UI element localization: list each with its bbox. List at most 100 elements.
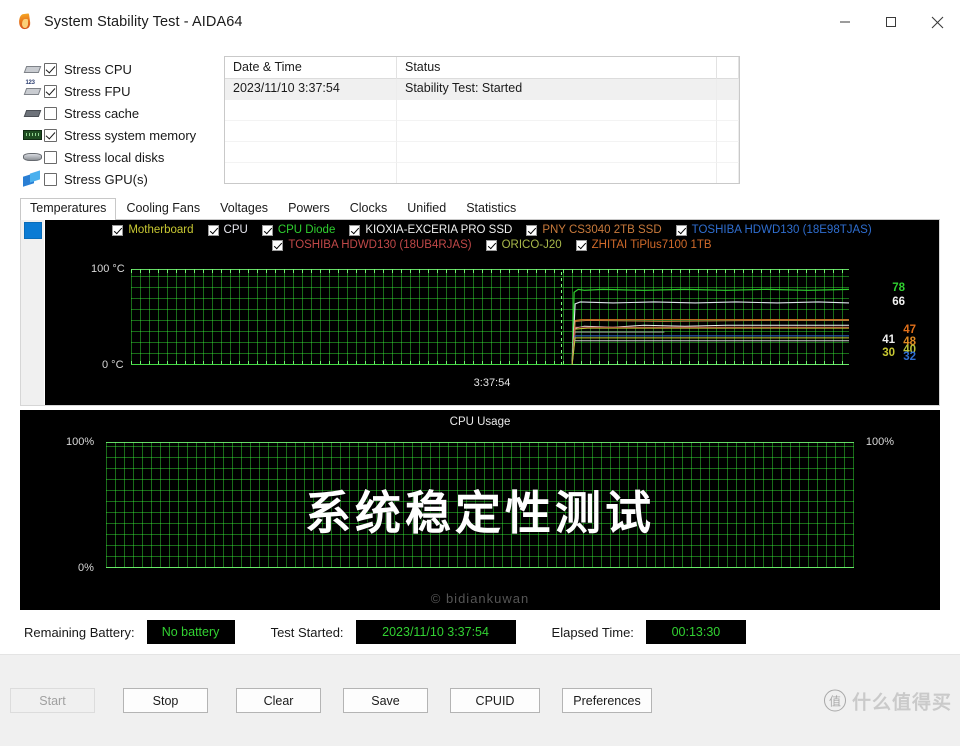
checkbox-stress-cpu[interactable]: [44, 62, 57, 76]
value-label-pny-cs3040: 47: [903, 324, 916, 336]
cell-status: Stability Test: Started: [397, 79, 717, 100]
temperature-traces: [131, 288, 849, 365]
value-label-cpu-diode: 78: [892, 282, 905, 294]
legend-checkbox-orico-j20[interactable]: [485, 239, 497, 251]
title-bar: System Stability Test - AIDA64: [0, 0, 960, 44]
checkbox-stress-cache[interactable]: [44, 106, 57, 120]
legend-checkbox-cpu-diode[interactable]: [261, 224, 273, 236]
cpuid-button[interactable]: CPUID: [450, 688, 540, 713]
value-label-cpu: 66: [892, 296, 905, 308]
table-row[interactable]: [225, 142, 739, 163]
y-axis-top-label: 100 °C: [91, 263, 125, 275]
cpu-y-top-left-label: 100%: [66, 436, 95, 448]
tab-clocks[interactable]: Clocks: [339, 198, 398, 219]
scrollbar-thumb[interactable]: [24, 222, 42, 239]
legend-item-cpu[interactable]: CPU: [207, 224, 248, 236]
option-row-stress-cache[interactable]: Stress cache: [20, 102, 206, 124]
cell-spacer: [717, 121, 739, 142]
tab-cooling-fans[interactable]: Cooling Fans: [116, 198, 211, 219]
legend-item-toshiba-18ub4rjas[interactable]: TOSHIBA HDWD130 (18UB4RJAS): [272, 239, 472, 251]
maximize-button[interactable]: [868, 0, 914, 44]
preferences-button[interactable]: Preferences: [562, 688, 652, 713]
tab-unified[interactable]: Unified: [397, 198, 457, 219]
legend-item-cpu-diode[interactable]: CPU Diode: [261, 224, 336, 236]
value-label-kioxia: 41: [882, 334, 895, 346]
value-label-motherboard: 30: [882, 347, 895, 359]
window-title: System Stability Test - AIDA64: [44, 14, 243, 30]
option-row-stress-system-memory[interactable]: Stress system memory: [20, 124, 206, 146]
option-row-stress-local-disks[interactable]: Stress local disks: [20, 146, 206, 168]
cell-datetime: 2023/11/10 3:37:54: [225, 79, 397, 100]
elapsed-time-label: Elapsed Time:: [551, 624, 634, 640]
table-row[interactable]: [225, 121, 739, 142]
test-started-label: Test Started:: [270, 624, 344, 640]
option-label-stress-gpus: Stress GPU(s): [64, 171, 148, 187]
checkbox-stress-system-memory[interactable]: [44, 128, 57, 142]
legend-checkbox-toshiba-18e98tjas[interactable]: [675, 224, 687, 236]
legend-checkbox-toshiba-18ub4rjas[interactable]: [272, 239, 284, 251]
column-header-status[interactable]: Status: [397, 57, 717, 79]
checkbox-stress-local-disks[interactable]: [44, 150, 57, 164]
cpu-usage-panel: CPU Usage 100% 100% 0% 系统稳定性测试 © bidiank…: [20, 410, 940, 610]
start-button[interactable]: Start: [10, 688, 95, 713]
stop-button[interactable]: Stop: [123, 688, 208, 713]
cell-datetime: [225, 121, 397, 142]
legend-checkbox-zhitai-tiplus7100[interactable]: [575, 239, 587, 251]
option-label-stress-local-disks: Stress local disks: [64, 149, 165, 165]
cell-spacer: [717, 163, 739, 183]
temperature-chart: Motherboard CPU CPU Diode KIOXIA-EXCERIA…: [45, 220, 939, 405]
checkbox-stress-fpu[interactable]: [44, 84, 57, 98]
table-row[interactable]: 2023/11/10 3:37:54 Stability Test: Start…: [225, 79, 739, 100]
window-content: Stress CPU 123 Stress FPU Stress cache S…: [0, 44, 960, 746]
cell-spacer: [717, 142, 739, 163]
gpu-card-icon: [20, 170, 44, 188]
cpu-chip-icon: [20, 60, 44, 78]
legend-label-cpu-diode: CPU Diode: [277, 224, 336, 236]
cell-spacer: [717, 100, 739, 121]
button-bar: Start Stop Clear Save CPUID Preferences …: [0, 654, 960, 746]
status-log-table[interactable]: Date & Time Status 2023/11/10 3:37:54 St…: [224, 56, 740, 184]
legend-item-kioxia-exceria-pro-ssd[interactable]: KIOXIA-EXCERIA PRO SSD: [349, 224, 512, 236]
temperatures-panel: Motherboard CPU CPU Diode KIOXIA-EXCERIA…: [20, 220, 940, 406]
cell-status: [397, 142, 717, 163]
tab-temperatures[interactable]: Temperatures: [20, 198, 117, 220]
option-row-stress-cpu[interactable]: Stress CPU: [20, 58, 206, 80]
cpu-usage-title: CPU Usage: [449, 416, 511, 428]
legend-checkbox-cpu[interactable]: [207, 224, 219, 236]
cpu-y-bottom-label: 0%: [78, 562, 94, 574]
fpu-chip-icon: 123: [20, 80, 44, 100]
table-row[interactable]: [225, 100, 739, 121]
legend-checkbox-motherboard[interactable]: [112, 224, 124, 236]
elapsed-time-value: 00:13:30: [645, 620, 746, 644]
tab-bar: Temperatures Cooling Fans Voltages Power…: [20, 198, 940, 220]
option-row-stress-gpus[interactable]: Stress GPU(s): [20, 168, 206, 190]
legend-item-toshiba-18e98tjas[interactable]: TOSHIBA HDWD130 (18E98TJAS): [675, 224, 872, 236]
column-header-datetime[interactable]: Date & Time: [225, 57, 397, 79]
minimize-button[interactable]: [822, 0, 868, 44]
legend-item-pny-cs3040[interactable]: PNY CS3040 2TB SSD: [526, 224, 662, 236]
legend-label-kioxia-exceria-pro-ssd: KIOXIA-EXCERIA PRO SSD: [365, 224, 513, 236]
legend-label-toshiba-18e98tjas: TOSHIBA HDWD130 (18E98TJAS): [691, 224, 872, 236]
y-axis-bottom-label: 0 °C: [102, 359, 124, 371]
cell-datetime: [225, 142, 397, 163]
tab-statistics[interactable]: Statistics: [456, 198, 527, 219]
cell-status: [397, 163, 717, 183]
memory-module-icon: [20, 126, 44, 144]
table-body: 2023/11/10 3:37:54 Stability Test: Start…: [225, 79, 739, 183]
tab-voltages[interactable]: Voltages: [210, 198, 279, 219]
legend-item-motherboard[interactable]: Motherboard: [112, 224, 194, 236]
legend-label-pny-cs3040: PNY CS3040 2TB SSD: [542, 224, 662, 236]
tab-powers[interactable]: Powers: [278, 198, 340, 219]
legend-item-orico-j20[interactable]: ORICO-J20: [485, 239, 562, 251]
table-row[interactable]: [225, 163, 739, 183]
legend-item-zhitai-tiplus7100[interactable]: ZHITAI TiPlus7100 1TB: [575, 239, 712, 251]
checkbox-stress-gpus[interactable]: [44, 172, 57, 186]
temperature-scrollbar[interactable]: [21, 220, 45, 405]
close-button[interactable]: [914, 0, 960, 44]
legend-checkbox-pny-cs3040[interactable]: [526, 224, 538, 236]
clear-button[interactable]: Clear: [236, 688, 321, 713]
save-button[interactable]: Save: [343, 688, 428, 713]
option-row-stress-fpu[interactable]: 123 Stress FPU: [20, 80, 206, 102]
cell-datetime: [225, 163, 397, 183]
legend-checkbox-kioxia-exceria-pro-ssd[interactable]: [349, 224, 361, 236]
